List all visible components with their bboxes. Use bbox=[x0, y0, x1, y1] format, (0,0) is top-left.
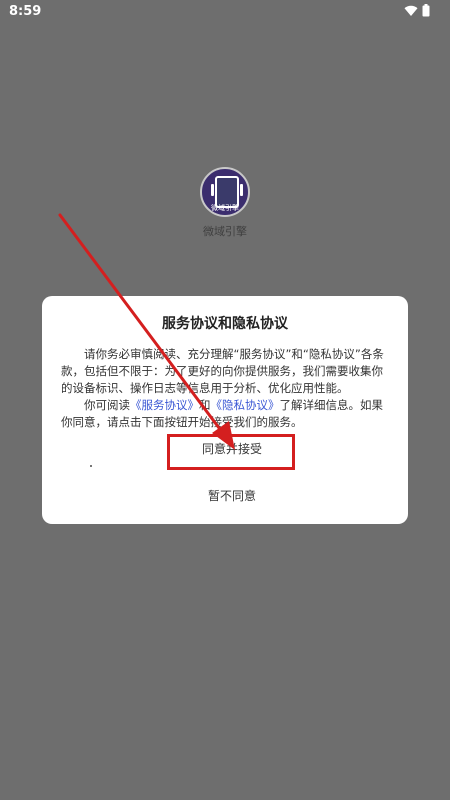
app-name: 微域引擎 bbox=[203, 225, 247, 238]
dialog-title: 服务协议和隐私协议 bbox=[162, 316, 288, 332]
and-text: 和 bbox=[199, 398, 211, 412]
dot-mark bbox=[90, 465, 92, 467]
dialog-paragraph-1: 请你务必审慎阅读、充分理解“服务协议”和“隐私协议”各条款，包括但不限于：为了更… bbox=[61, 347, 384, 395]
battery-icon bbox=[422, 4, 430, 17]
app-logo-circle: 微域引擎 bbox=[200, 167, 250, 217]
disagree-button[interactable]: 暂不同意 bbox=[167, 483, 297, 509]
dialog-paragraph-2: 你可阅读《服务协议》和《隐私协议》了解详细信息。如果你同意，请点击下面按钮开始接… bbox=[61, 397, 391, 431]
app-logo-text: 微域引擎 bbox=[211, 204, 239, 212]
status-time: 8:59 bbox=[9, 4, 42, 19]
agreement-dialog: 服务协议和隐私协议 请你务必审慎阅读、充分理解“服务协议”和“隐私协议”各条款，… bbox=[42, 296, 408, 524]
dialog-body: 请你务必审慎阅读、充分理解“服务协议”和“隐私协议”各条款，包括但不限于：为了更… bbox=[61, 346, 391, 431]
status-icons bbox=[404, 4, 430, 17]
agree-button[interactable]: 同意并接受 bbox=[167, 436, 297, 462]
privacy-policy-link[interactable]: 《隐私协议》 bbox=[211, 398, 280, 412]
status-bar: 8:59 bbox=[0, 0, 450, 26]
wifi-icon bbox=[404, 5, 418, 17]
service-agreement-link[interactable]: 《服务协议》 bbox=[130, 398, 199, 412]
app-logo: 微域引擎 bbox=[200, 167, 250, 217]
paragraph-2-prefix: 你可阅读 bbox=[84, 398, 130, 412]
